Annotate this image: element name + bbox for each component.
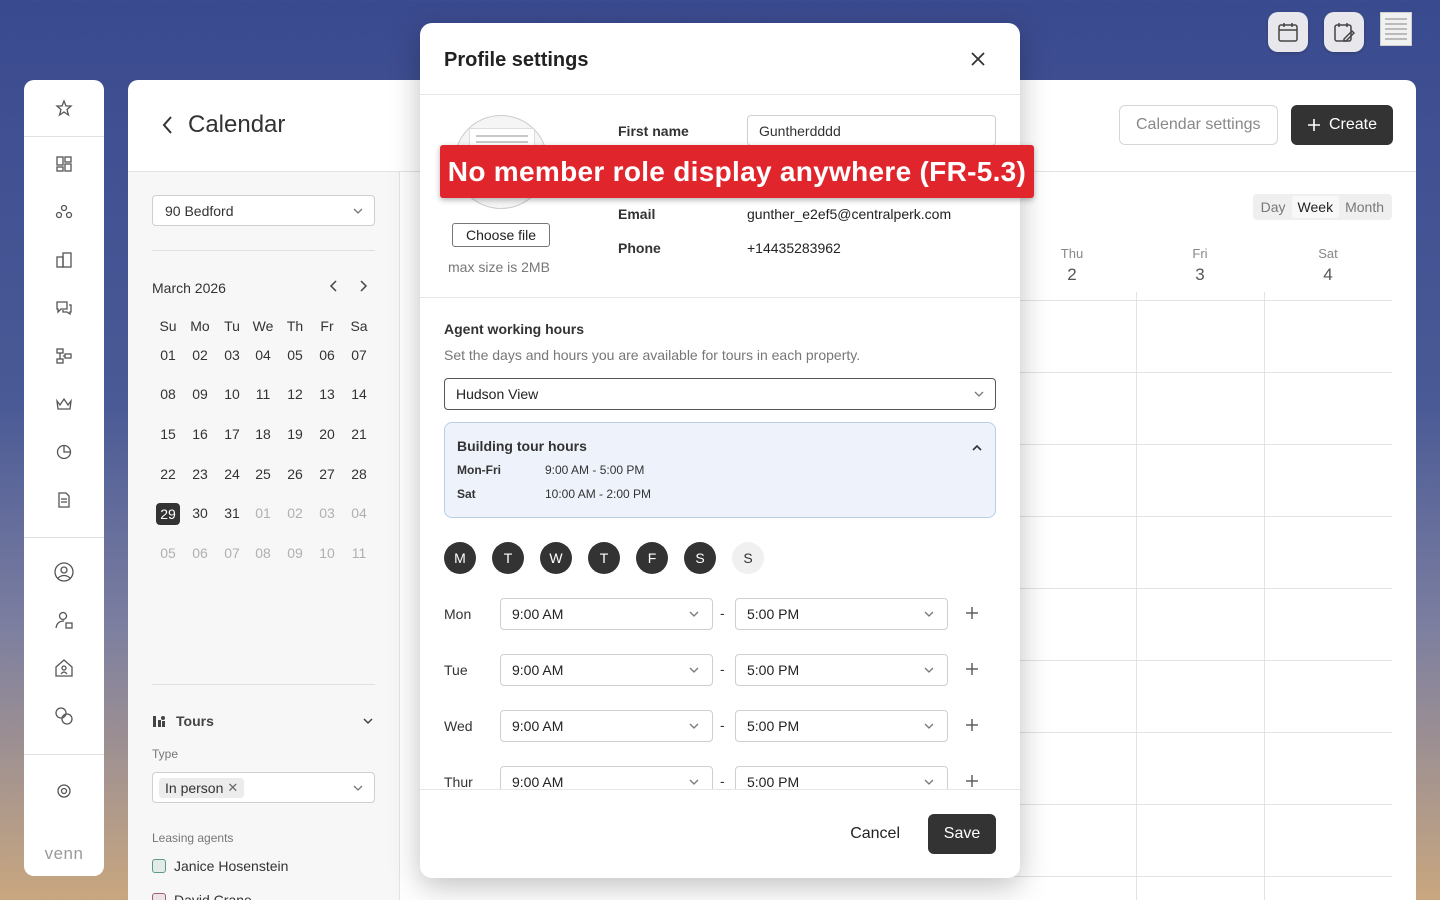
day-toggle[interactable]: T [588,542,620,574]
end-time-select[interactable]: 5:00 PM [735,710,948,742]
save-button[interactable]: Save [928,814,996,854]
chevron-down-icon [924,723,934,729]
time-range-dash: - [720,717,725,733]
start-time-value: 9:00 AM [512,718,564,734]
end-time-select[interactable]: 5:00 PM [735,654,948,686]
phone-value: +14435283962 [747,240,841,256]
chevron-down-icon [924,611,934,617]
day-toggle[interactable]: S [684,542,716,574]
time-range-dash: - [720,661,725,677]
email-label: Email [618,206,656,222]
chevron-down-icon [689,779,699,785]
first-name-field[interactable]: Guntherdddd [747,115,996,146]
start-time-value: 9:00 AM [512,662,564,678]
tour-days: Mon-Fri [457,463,501,477]
working-hours-row: Tue 9:00 AM - 5:00 PM [444,654,996,686]
tour-days: Sat [457,487,476,501]
weekday-label: Tue [444,662,468,678]
end-time-value: 5:00 PM [747,662,800,678]
start-time-select[interactable]: 9:00 AM [500,598,713,630]
email-value: gunther_e2ef5@centralperk.com [747,206,952,222]
chevron-down-icon [924,667,934,673]
add-time-slot-icon[interactable] [965,718,979,737]
add-time-slot-icon[interactable] [965,606,979,625]
chevron-down-icon [974,391,984,397]
close-icon[interactable] [970,51,986,72]
end-time-value: 5:00 PM [747,774,800,789]
weekday-label: Wed [444,718,473,734]
modal-title: Profile settings [444,49,589,71]
working-hours-subtitle: Set the days and hours you are available… [444,347,861,363]
modal-header: Profile settings [420,23,1020,95]
chevron-down-icon [689,611,699,617]
start-time-value: 9:00 AM [512,774,564,789]
add-time-slot-icon[interactable] [965,662,979,681]
day-toggle[interactable]: F [636,542,668,574]
day-toggle[interactable]: W [540,542,572,574]
tour-hours: 10:00 AM - 2:00 PM [545,487,652,501]
hours-scroll-area[interactable]: Mon 9:00 AM - 5:00 PM Tue 9:00 AM - 5:00 PM Wed 9… [420,583,1020,789]
add-time-slot-icon[interactable] [965,774,979,789]
property-select[interactable]: Hudson View [444,378,996,410]
phone-label: Phone [618,240,661,256]
chevron-down-icon [689,723,699,729]
annotation-banner: No member role display anywhere (FR-5.3) [440,145,1034,198]
max-size-note: max size is 2MB [448,259,550,275]
start-time-select[interactable]: 9:00 AM [500,710,713,742]
day-toggle[interactable]: M [444,542,476,574]
working-hours-row: Thur 9:00 AM - 5:00 PM [444,766,996,789]
tour-hours-row: Sat 10:00 AM - 2:00 PM [457,487,651,501]
end-time-select[interactable]: 5:00 PM [735,598,948,630]
working-hours-title: Agent working hours [444,321,584,337]
end-time-value: 5:00 PM [747,606,800,622]
day-toggle[interactable]: T [492,542,524,574]
chevron-up-icon[interactable] [971,440,983,458]
property-select-value: Hudson View [456,386,539,402]
weekday-label: Thur [444,774,473,789]
start-time-select[interactable]: 9:00 AM [500,766,713,789]
end-time-value: 5:00 PM [747,718,800,734]
tour-hours-row: Mon-Fri 9:00 AM - 5:00 PM [457,463,644,477]
choose-file-button[interactable]: Choose file [452,223,550,247]
weekday-label: Mon [444,606,472,622]
start-time-select[interactable]: 9:00 AM [500,654,713,686]
time-range-dash: - [720,773,725,789]
working-hours-row: Wed 9:00 AM - 5:00 PM [444,710,996,742]
time-range-dash: - [720,605,725,621]
chevron-down-icon [689,667,699,673]
first-name-label: First name [618,123,689,139]
cancel-button[interactable]: Cancel [846,814,904,854]
building-tour-hours-panel: Building tour hours Mon-Fri 9:00 AM - 5:0… [444,422,996,518]
day-toggle[interactable]: S [732,542,764,574]
working-hours-row: Mon 9:00 AM - 5:00 PM [444,598,996,630]
building-tour-hours-title: Building tour hours [457,438,587,454]
tour-hours: 9:00 AM - 5:00 PM [545,463,645,477]
start-time-value: 9:00 AM [512,606,564,622]
chevron-down-icon [924,779,934,785]
modal-footer: Cancel Save [420,789,1020,878]
end-time-select[interactable]: 5:00 PM [735,766,948,789]
